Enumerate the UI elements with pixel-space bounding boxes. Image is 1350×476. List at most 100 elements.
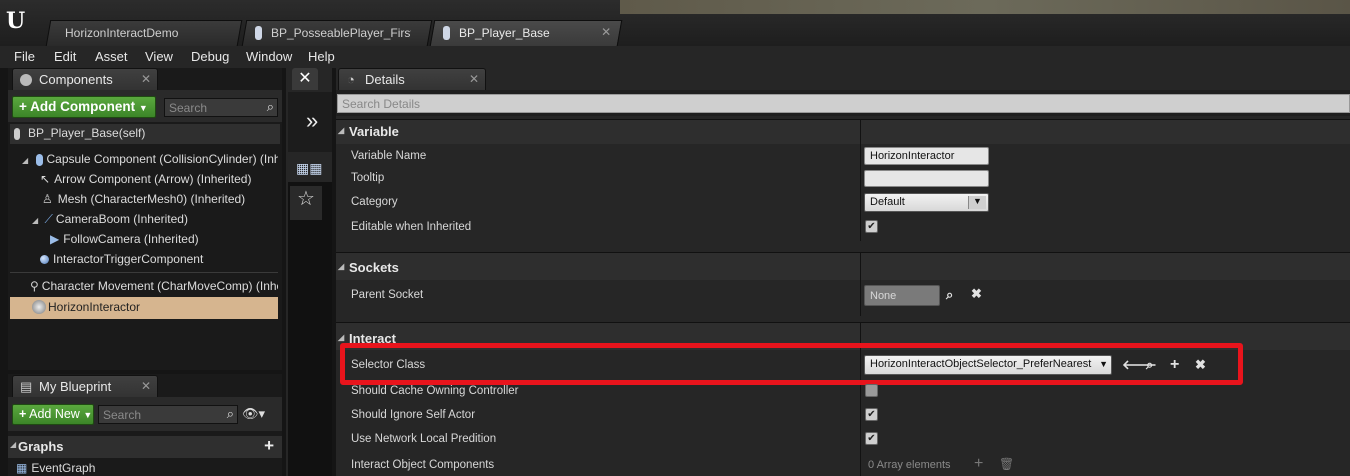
dropdown-arrow-icon: ▼ — [83, 410, 93, 420]
close-icon[interactable]: ✕ — [141, 72, 151, 86]
delete-all-trash-icon[interactable]: 🗑︎ — [999, 457, 1014, 471]
tree-item-label: Mesh (CharacterMesh0) (Inherited) — [57, 192, 246, 206]
search-placeholder: Search Details — [342, 97, 421, 111]
expand-arrow-icon[interactable]: ◢ — [22, 156, 28, 165]
tree-item-mesh[interactable]: ♙ Mesh (CharacterMesh0) (Inherited) — [42, 192, 245, 206]
details-search-input[interactable]: Search Details — [337, 94, 1350, 113]
expand-arrow-icon[interactable]: ◢ — [32, 216, 38, 225]
menu-window[interactable]: Window — [246, 49, 292, 64]
menu-file[interactable]: File — [14, 49, 35, 64]
spring-arm-icon: ⟋ — [44, 212, 53, 226]
ignore-self-actor-label: Should Ignore Self Actor — [351, 409, 476, 421]
category-dropdown[interactable]: Default ▼ — [864, 193, 989, 212]
variable-body — [336, 144, 1350, 244]
menu-asset[interactable]: Asset — [95, 49, 128, 64]
tree-item-cameraboom[interactable]: ◢ ⟋ CameraBoom (Inherited) — [32, 212, 188, 227]
title-bar-background — [620, 0, 1350, 14]
graphs-section[interactable]: ◢ Graphs + — [8, 436, 282, 458]
checkmark-icon: ✔ — [867, 433, 876, 444]
variable-name-field[interactable]: HorizonInteractor — [864, 147, 989, 165]
section-variable[interactable]: ◢ Variable — [336, 119, 1350, 144]
graph-icon: ▦ — [16, 461, 28, 475]
menu-bar: File Edit Asset View Debug Window Help — [0, 46, 1350, 68]
blueprint-tab-icon — [255, 26, 262, 40]
details-title: Details — [365, 72, 405, 87]
tree-divider — [10, 272, 278, 273]
add-component-button[interactable]: + Add Component ▼ — [12, 96, 156, 118]
collapse-arrow-icon[interactable]: ◢ — [338, 333, 344, 342]
menu-edit[interactable]: Edit — [54, 49, 76, 64]
add-element-plus-icon[interactable]: + — [974, 455, 983, 473]
graphs-label: Graphs — [18, 439, 64, 454]
tab-bp-posseable-player-first[interactable]: BP_PosseablePlayer_First — [241, 20, 433, 46]
menu-debug[interactable]: Debug — [191, 49, 229, 64]
menu-view[interactable]: View — [145, 49, 173, 64]
search-icon[interactable]: ⌕ — [267, 99, 274, 115]
parent-socket-label: Parent Socket — [351, 289, 424, 301]
my-blueprint-title: My Blueprint — [39, 379, 112, 394]
components-panel-tab[interactable]: Components ✕ — [12, 68, 158, 90]
tab-horizon-interact-demo[interactable]: HorizonInteractDemo — [45, 20, 243, 46]
components-title: Components — [39, 72, 113, 87]
details-tab[interactable]: ◔ Details ✕ — [338, 68, 486, 90]
tools-wrench-icon[interactable]: ✕ — [292, 68, 318, 90]
editable-when-inherited-checkbox[interactable]: ✔ — [865, 220, 878, 233]
my-blueprint-tab[interactable]: ▤ My Blueprint ✕ — [12, 375, 158, 397]
tree-item-label: CameraBoom (Inherited) — [55, 212, 188, 226]
visibility-eye-icon[interactable]: 👁︎▾ — [242, 406, 265, 422]
tree-item-arrow[interactable]: ↖ Arrow Component (Arrow) (Inherited) — [40, 172, 251, 186]
expand-arrow-icon[interactable]: ◢ — [10, 440, 16, 449]
menu-help[interactable]: Help — [308, 49, 335, 64]
array-elements-count: 0 Array elements — [868, 459, 951, 471]
components-search-input[interactable]: Search ⌕ — [164, 98, 278, 117]
components-icon — [20, 74, 32, 86]
section-label: Variable — [349, 124, 399, 139]
cache-owning-controller-label: Should Cache Owning Controller — [351, 385, 519, 397]
tab-bp-player-base[interactable]: BP_Player_Base ✕ — [429, 20, 623, 46]
tooltip-label: Tooltip — [351, 172, 385, 184]
self-row[interactable]: BP_Player_Base(self) — [10, 124, 280, 144]
tree-item-followcamera[interactable]: ▶ FollowCamera (Inherited) — [50, 232, 199, 246]
clear-socket-icon[interactable]: ✖ — [971, 286, 982, 302]
sphere-icon — [40, 255, 49, 265]
graph-item-eventgraph[interactable]: ▦ EventGraph — [16, 461, 95, 475]
tree-item-horizon-interactor[interactable]: HorizonInteractor — [10, 297, 278, 319]
viewport-layout-icon[interactable]: ▦▦ — [296, 160, 322, 177]
unreal-logo-icon[interactable]: U — [6, 8, 30, 34]
tab-label: BP_Player_Base — [459, 26, 550, 40]
add-new-label: Add New — [29, 407, 80, 421]
section-label: Sockets — [349, 260, 399, 275]
browse-socket-icon[interactable]: ⌕ — [946, 287, 953, 303]
add-graph-plus-icon[interactable]: + — [264, 436, 274, 456]
collapse-arrow-icon[interactable]: ◢ — [338, 126, 344, 135]
movement-icon: ⚲ — [30, 279, 39, 293]
tree-item-capsule[interactable]: ◢ Capsule Component (CollisionCylinder) … — [22, 152, 278, 166]
tree-item-character-movement[interactable]: ⚲Character Movement (CharMoveComp) (Inhe… — [30, 279, 278, 293]
search-icon[interactable]: ⌕ — [227, 406, 234, 422]
camera-icon: ▶ — [50, 232, 60, 246]
tooltip-field[interactable] — [864, 170, 989, 187]
column-divider — [860, 252, 861, 316]
favorite-star-icon[interactable]: ☆ — [290, 186, 322, 220]
close-icon[interactable]: ✕ — [469, 72, 479, 86]
parent-socket-field[interactable]: None — [864, 285, 940, 306]
double-chevron-right-icon[interactable]: » — [306, 108, 318, 134]
close-tab-icon[interactable]: ✕ — [601, 25, 611, 39]
ignore-self-actor-checkbox[interactable]: ✔ — [865, 408, 878, 421]
highlight-box — [340, 343, 1243, 385]
section-sockets[interactable]: ◢ Sockets — [336, 252, 1350, 280]
add-new-button[interactable]: + Add New ▼ — [12, 404, 94, 425]
tree-item-label: InteractorTriggerComponent — [53, 252, 204, 266]
tree-item-label: Arrow Component (Arrow) (Inherited) — [54, 172, 252, 186]
cache-owning-controller-checkbox[interactable] — [865, 384, 878, 397]
tree-item-interactor-trigger[interactable]: InteractorTriggerComponent — [40, 252, 203, 266]
collapse-arrow-icon[interactable]: ◢ — [338, 262, 344, 271]
tree-item-label: HorizonInteractor — [48, 300, 141, 314]
network-local-predition-checkbox[interactable]: ✔ — [865, 432, 878, 445]
blueprint-search-input[interactable]: Search ⌕ — [98, 405, 238, 424]
arrow-component-icon: ↖ — [40, 172, 51, 186]
close-icon[interactable]: ✕ — [141, 379, 151, 393]
category-label: Category — [351, 196, 398, 208]
category-value: Default — [870, 196, 905, 208]
skeletal-mesh-icon: ♙ — [42, 192, 53, 206]
